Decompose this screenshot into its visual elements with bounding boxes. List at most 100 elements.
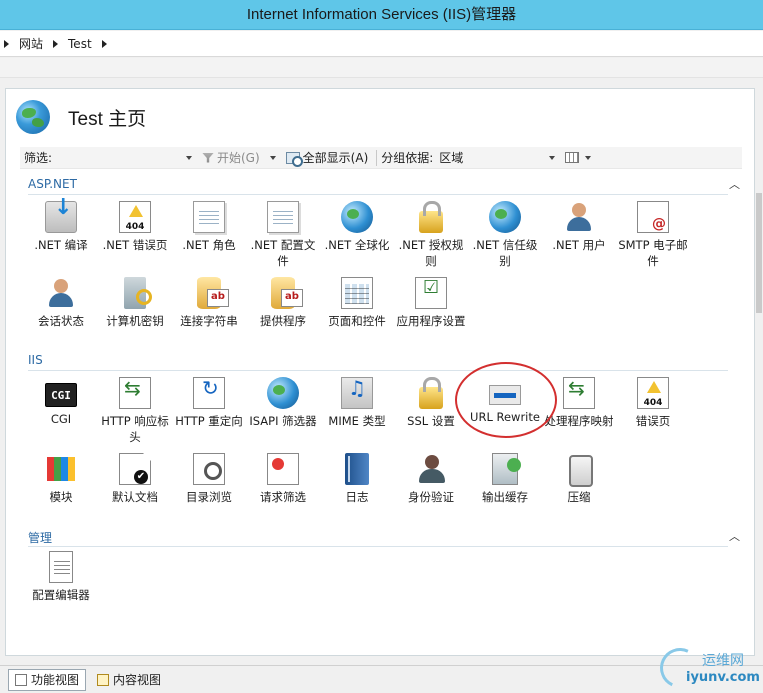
vertical-scrollbar[interactable] (755, 88, 763, 656)
filter-dropdown-icon[interactable] (186, 155, 192, 160)
feature-item[interactable]: 请求筛选 (245, 453, 321, 505)
feature-item[interactable]: .NET 错误页 (97, 201, 173, 253)
section-header-aspnet[interactable]: ASP.NET ︿ (28, 176, 744, 195)
lock-icon (419, 201, 443, 233)
feature-item[interactable]: MIME 类型 (319, 377, 395, 429)
config-editor-icon (49, 551, 73, 583)
feature-item[interactable]: 处理程序映射 (541, 377, 617, 429)
feature-item[interactable]: 输出缓存 (467, 453, 543, 505)
feature-item[interactable]: .NET 编译 (23, 200, 99, 253)
feature-item[interactable]: 错误页 (615, 377, 691, 429)
feature-label: 应用程序设置 (396, 314, 466, 328)
browse-icon (193, 453, 225, 485)
feature-item[interactable]: ISAPI 筛选器 (245, 377, 321, 429)
feature-label: 目录浏览 (186, 490, 232, 504)
error-404-icon (119, 201, 151, 235)
feature-item[interactable]: 目录浏览 (171, 453, 247, 505)
funnel-icon (202, 152, 214, 163)
management-items: 配置编辑器 (23, 551, 743, 611)
globe-icon (16, 100, 50, 134)
collapse-icon[interactable]: ︿ (729, 528, 740, 544)
feature-item[interactable]: 页面和控件 (319, 277, 395, 329)
feature-item[interactable]: 压缩 (541, 453, 617, 505)
groupby-select[interactable]: 区域 (433, 149, 543, 166)
feature-label: .NET 用户 (552, 238, 606, 252)
feature-label: 会话状态 (38, 314, 84, 328)
view-switcher: 功能视图 内容视图 (0, 665, 763, 693)
feature-item[interactable]: 身份验证 (393, 453, 469, 505)
section-header-management[interactable]: 管理 ︿ (28, 528, 744, 547)
filter-input[interactable] (60, 148, 180, 167)
feature-label: SMTP 电子邮件 (618, 238, 688, 268)
aspnet-items: .NET 编译 .NET 错误页 .NET 角色 .NET 配置文件 .NET … (23, 200, 743, 351)
filter-toolbar: 筛选: 开始(G) 全部显示(A) 分组依据: 区域 (20, 147, 742, 169)
breadcrumb-arrow-icon[interactable] (4, 39, 9, 48)
groupby-dropdown-icon[interactable] (549, 155, 556, 160)
error-page-icon (637, 377, 669, 411)
feature-item[interactable]: .NET 配置文件 (245, 201, 321, 269)
rewrite-icon (489, 385, 521, 405)
session-icon (45, 277, 77, 309)
feature-label: 错误页 (635, 414, 671, 428)
handler-icon (563, 377, 595, 409)
content-view-icon (97, 673, 110, 686)
feature-label: 身份验证 (408, 490, 454, 504)
collapse-icon[interactable]: ︿ (729, 176, 740, 192)
scrollbar-thumb[interactable] (756, 193, 762, 313)
feature-item[interactable]: .NET 角色 (171, 201, 247, 253)
feature-item[interactable]: 计算机密钥 (97, 277, 173, 329)
start-label: 开始(G) (217, 151, 260, 165)
feature-item[interactable]: 配置编辑器 (23, 551, 99, 603)
start-dropdown-icon[interactable] (269, 155, 276, 160)
watermark-en: iyunv.com (686, 670, 760, 685)
feature-item[interactable]: CGI (23, 377, 99, 427)
iis-items: CGI HTTP 响应标头 HTTP 重定向 ISAPI 筛选器 MIME 类型… (23, 377, 743, 527)
breadcrumb-arrow-icon[interactable] (101, 39, 107, 48)
feature-label: 压缩 (567, 490, 591, 504)
view-dropdown-icon[interactable] (585, 155, 592, 160)
feature-item[interactable]: HTTP 响应标头 (97, 377, 173, 445)
feature-item[interactable]: 应用程序设置 (393, 277, 469, 329)
feature-item[interactable]: 连接字符串 (171, 277, 247, 329)
feature-item[interactable]: 提供程序 (245, 277, 321, 329)
breadcrumb-sites[interactable]: 网站 (15, 35, 47, 52)
feature-label: 默认文档 (112, 490, 158, 504)
feature-item[interactable]: SSL 设置 (393, 377, 469, 429)
feature-item[interactable]: .NET 用户 (541, 201, 617, 253)
feature-label: SSL 设置 (407, 414, 455, 428)
feature-item[interactable]: 日志 (319, 453, 395, 505)
page-header: Test 主页 (16, 99, 146, 135)
cgi-icon (45, 383, 77, 407)
watermark-logo-icon (654, 642, 706, 693)
database-icon (197, 277, 229, 309)
feature-item[interactable]: URL Rewrite (467, 377, 543, 425)
feature-item[interactable]: 默认文档 (97, 453, 173, 505)
feature-item[interactable]: 模块 (23, 453, 99, 505)
feature-item[interactable]: .NET 信任级别 (467, 201, 543, 269)
content-view-tab[interactable]: 内容视图 (90, 669, 168, 691)
feature-label: MIME 类型 (328, 414, 386, 428)
feature-label: 连接字符串 (180, 314, 238, 328)
address-bar: 网站 Test (0, 31, 763, 57)
view-mode-icon[interactable] (565, 152, 580, 163)
feature-item[interactable]: HTTP 重定向 (171, 377, 247, 429)
feature-item[interactable]: .NET 全球化 (319, 201, 395, 253)
key-icon (124, 277, 152, 309)
feature-item[interactable]: .NET 授权规则 (393, 201, 469, 269)
feature-label: 处理程序映射 (544, 414, 614, 428)
start-button[interactable]: 开始(G) (198, 149, 264, 166)
breadcrumb-arrow-icon[interactable] (53, 39, 59, 48)
globe-icon (341, 201, 373, 233)
download-icon (45, 200, 77, 233)
redirect-icon (193, 377, 225, 409)
mime-icon (341, 377, 373, 409)
feature-label: 页面和控件 (328, 314, 386, 328)
breadcrumb-test[interactable]: Test (64, 37, 96, 51)
features-view-tab[interactable]: 功能视图 (8, 668, 87, 691)
feature-item[interactable]: 会话状态 (23, 277, 99, 329)
provider-icon (271, 277, 303, 309)
show-all-button[interactable]: 全部显示(A) (282, 149, 373, 167)
section-header-iis[interactable]: IIS (28, 353, 744, 371)
roles-icon (193, 201, 225, 233)
feature-item[interactable]: SMTP 电子邮件 (615, 201, 691, 269)
